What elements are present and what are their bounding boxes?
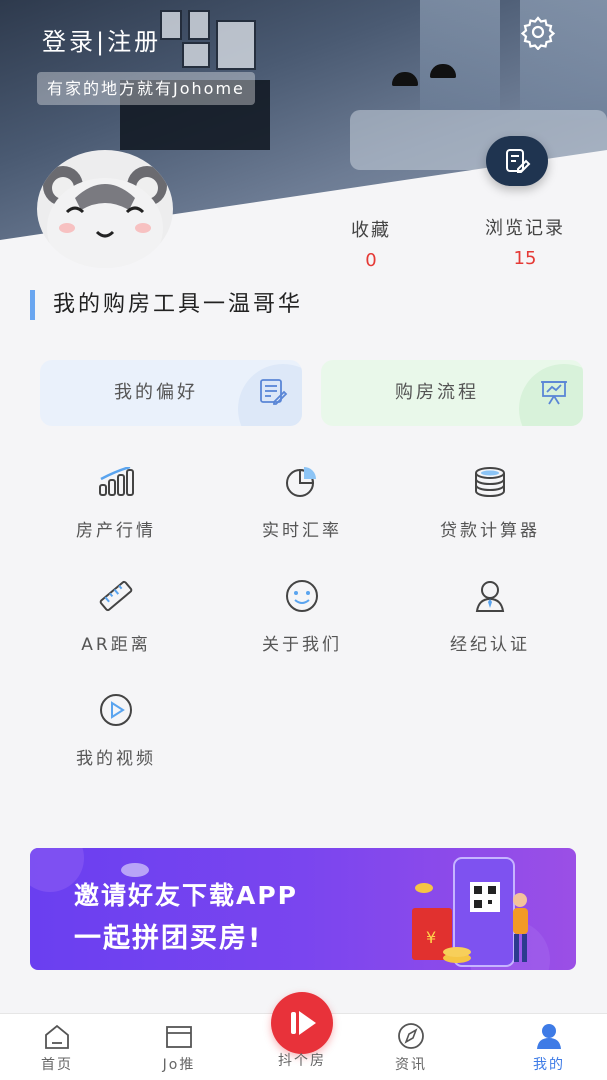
user-icon xyxy=(537,1024,561,1049)
tab-label: 我的 xyxy=(533,1057,565,1073)
tab-label: 抖个房 xyxy=(278,1053,326,1069)
tool-ar-distance[interactable]: AR距离 xyxy=(21,576,211,655)
history-stat[interactable]: 浏览记录 15 xyxy=(470,214,580,269)
invite-friends-banner[interactable]: ¥ 邀请好友下载APP 一起拼团买房! xyxy=(30,848,576,970)
settings-gear-icon[interactable] xyxy=(520,14,556,51)
favorites-label: 收藏 xyxy=(351,220,391,241)
ruler-icon xyxy=(99,580,133,612)
favorites-count: 0 xyxy=(365,250,377,271)
smiley-icon xyxy=(286,580,318,612)
tab-mine[interactable]: 我的 xyxy=(504,1014,594,1074)
play-circle-icon xyxy=(100,694,132,726)
buying-process-card[interactable]: 购房流程 xyxy=(321,360,583,426)
tool-label: 关于我们 xyxy=(262,635,342,655)
tool-market-trends[interactable]: 房产行情 xyxy=(21,462,211,541)
tool-label: AR距离 xyxy=(81,635,151,655)
box-icon xyxy=(166,1026,192,1048)
edit-note-icon xyxy=(506,149,531,173)
preferences-card[interactable]: 我的偏好 xyxy=(40,360,302,426)
person-icon xyxy=(475,581,505,612)
tool-exchange-rate[interactable]: 实时汇率 xyxy=(207,462,397,541)
tool-my-videos[interactable]: 我的视频 xyxy=(21,690,211,769)
tool-label: 我的视频 xyxy=(76,749,156,769)
tab-label: Jo推 xyxy=(162,1057,196,1073)
tab-news[interactable]: 资讯 xyxy=(366,1014,456,1074)
home-icon xyxy=(45,1024,69,1049)
tool-label: 房产行情 xyxy=(76,521,156,541)
login-register-link[interactable]: 登录|注册 xyxy=(42,22,161,57)
tab-label: 首页 xyxy=(41,1057,73,1073)
tab-home[interactable]: 首页 xyxy=(12,1014,102,1074)
avatar[interactable] xyxy=(37,150,173,268)
tool-about-us[interactable]: 关于我们 xyxy=(207,576,397,655)
tab-label: 资讯 xyxy=(395,1057,427,1073)
tool-broker-certification[interactable]: 经纪认证 xyxy=(395,576,585,655)
tool-loan-calculator[interactable]: 贷款计算器 xyxy=(395,462,585,541)
signal-bars-icon xyxy=(99,467,134,496)
tool-label: 实时汇率 xyxy=(262,521,342,541)
compass-icon xyxy=(398,1023,424,1049)
edit-profile-button[interactable] xyxy=(486,136,548,186)
history-label: 浏览记录 xyxy=(485,218,565,239)
favorites-stat[interactable]: 收藏 0 xyxy=(316,216,426,271)
tab-douge-house-play-button[interactable] xyxy=(271,992,333,1054)
history-count: 15 xyxy=(513,248,537,269)
slogan-badge: 有家的地方就有Johome xyxy=(37,72,255,105)
checklist-icon xyxy=(260,379,288,405)
pie-chart-icon xyxy=(286,467,316,497)
tool-label: 经纪认证 xyxy=(450,635,530,655)
svg-text:¥: ¥ xyxy=(426,928,436,947)
presentation-icon xyxy=(541,381,567,405)
coin-stack-icon xyxy=(475,467,505,498)
section-title: 我的购房工具一温哥华 xyxy=(30,290,303,320)
banner-line-1: 邀请好友下载APP xyxy=(74,881,298,910)
banner-line-2: 一起拼团买房! xyxy=(74,923,263,954)
tool-label: 贷款计算器 xyxy=(440,521,540,541)
tab-jo-recommend[interactable]: Jo推 xyxy=(134,1014,224,1074)
play-icon xyxy=(291,1011,316,1035)
